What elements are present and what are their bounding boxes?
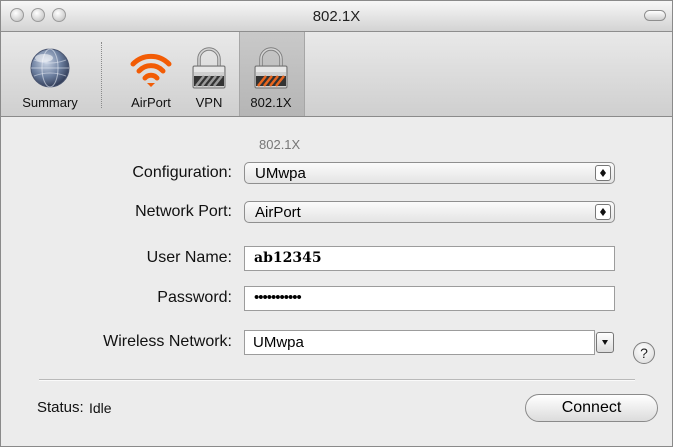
configuration-popup[interactable]: UMwpa (244, 162, 615, 184)
toolbar-separator (101, 42, 103, 108)
section-label: 802.1X (259, 137, 301, 152)
settings-panel: 802.1X Configuration: UMwpa Network Port… (1, 117, 672, 446)
globe-icon (11, 46, 89, 90)
wireless-network-dropdown-button[interactable] (596, 332, 614, 353)
window-title: 802.1X (312, 8, 361, 25)
toolbar-item-8021x[interactable]: 802.1X (239, 32, 303, 116)
wireless-network-label: Wireless Network: (103, 333, 232, 350)
configuration-value: UMwpa (255, 165, 306, 182)
connect-button[interactable]: Connect (525, 394, 658, 422)
divider (39, 379, 635, 381)
toolbar-label-summary: Summary (22, 95, 78, 110)
popup-arrows-icon (595, 204, 611, 220)
network-port-popup[interactable]: AirPort (244, 201, 615, 223)
status-label: Status: (37, 399, 84, 416)
popup-arrows-icon (595, 165, 611, 181)
toolbar-toggle-button[interactable] (644, 10, 666, 21)
wireless-network-combobox[interactable]: UMwpa (244, 330, 595, 355)
password-field[interactable]: ••••••••••• (244, 286, 615, 311)
title-bar: 802.1X (1, 1, 672, 32)
lock-icon (184, 46, 234, 90)
toolbar-label-vpn: VPN (195, 95, 223, 110)
help-button[interactable]: ? (633, 342, 655, 364)
toolbar-item-vpn[interactable]: VPN (184, 32, 234, 116)
lock-icon (239, 46, 303, 90)
airport-wifi-icon (119, 46, 183, 90)
network-8021x-window: 802.1X Summary AirPort VPN 802.1X 802.1X… (0, 0, 673, 447)
user-name-value: ab12345 (254, 250, 322, 266)
status-value: Idle (89, 400, 112, 416)
toolbar-label-8021x: 802.1X (250, 95, 292, 110)
user-name-label: User Name: (146, 249, 232, 266)
toolbar: Summary AirPort VPN 802.1X (1, 32, 672, 117)
password-value: ••••••••••• (254, 289, 302, 306)
toolbar-item-airport[interactable]: AirPort (119, 32, 183, 116)
user-name-field[interactable]: ab12345 (244, 246, 615, 271)
chevron-down-icon (602, 340, 608, 345)
toolbar-label-airport: AirPort (131, 95, 171, 110)
wireless-network-value: UMwpa (253, 334, 304, 351)
password-label: Password: (157, 289, 232, 306)
network-port-value: AirPort (255, 204, 301, 221)
configuration-label: Configuration: (132, 164, 232, 181)
network-port-label: Network Port: (135, 203, 232, 220)
toolbar-item-summary[interactable]: Summary (11, 32, 89, 116)
